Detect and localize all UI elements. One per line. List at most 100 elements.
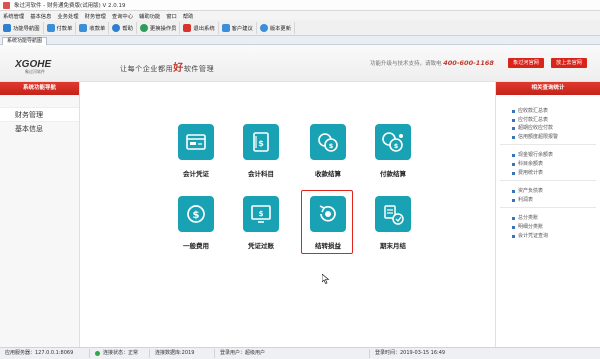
exit-label: 退出系统 <box>193 25 215 32</box>
svg-text:$: $ <box>258 139 264 148</box>
logo-subtext: 象过河软件 <box>25 68 45 74</box>
query-link[interactable]: 超期应收应付款 <box>512 124 596 133</box>
status-login-time: 登录时间：2019-03-15 16:49 <box>375 350 446 356</box>
query-link[interactable]: 应收款汇总表 <box>512 107 596 116</box>
window-title: 象过河软件 - 财务通免费版(试用版) V 2.0.19 <box>14 3 126 9</box>
tile-account-subjects[interactable]: $ <box>243 124 279 160</box>
svg-text:$: $ <box>329 142 334 150</box>
left-item-finance[interactable]: 财务管理 <box>0 107 79 122</box>
toolbar: 功能导航图 付款单 收款单 帮助 更换操作员 退出系统 客户建议 版本更新 <box>0 20 600 36</box>
receipt-button[interactable]: 收款单 <box>76 21 110 34</box>
help-button[interactable]: 帮助 <box>109 21 137 34</box>
menu-finance[interactable]: 财务管理 <box>82 12 109 20</box>
related-queries-panel: 相关查询统计 应收款汇总表 应付款汇总表 超期应收应付款 信用额度超限报警 现金… <box>495 82 600 347</box>
menu-window[interactable]: 窗口 <box>163 12 180 20</box>
tile-month-end-close[interactable] <box>375 196 411 232</box>
coins-out-icon: $ <box>382 132 403 152</box>
tile-payment-settlement[interactable]: $ <box>375 124 411 160</box>
status-login-user: 登录用户：超级用户 <box>215 349 370 358</box>
query-link[interactable]: 利润表 <box>512 196 596 205</box>
exit-icon <box>183 23 192 32</box>
query-link[interactable]: 资产负债表 <box>512 187 596 196</box>
homepage-button[interactable]: 放上去官网 <box>551 58 587 68</box>
official-site-button[interactable]: 象过河官网 <box>508 58 544 68</box>
exit-button[interactable]: 退出系统 <box>180 21 219 34</box>
status-database: 连接数据库:2019 <box>150 349 215 358</box>
account-book-icon: $ <box>253 132 269 152</box>
feedback-button[interactable]: 客户建议 <box>219 21 257 34</box>
tile-voucher-posting[interactable]: $ <box>243 196 279 232</box>
query-link[interactable]: 信用额度超限报警 <box>512 133 596 142</box>
query-group-cash: 现金银行余额表 科目余额表 费用统计表 <box>500 145 596 182</box>
nav-map-label: 功能导航图 <box>13 25 40 32</box>
query-link[interactable]: 总分类账 <box>512 214 596 223</box>
feedback-icon <box>221 23 230 32</box>
left-item-basic-info[interactable]: 基本信息 <box>0 122 79 137</box>
tab-nav-map[interactable]: 系统功能导航图 <box>2 37 48 45</box>
query-group-ledgers: 总分类账 明细分类账 会计凭证查询 <box>500 208 596 243</box>
help-label: 帮助 <box>122 25 133 32</box>
tile-label-payment-settlement: 付款结算 <box>380 170 406 178</box>
slogan-big: 好 <box>173 63 184 74</box>
statusbar: 应用服务器：127.0.0.1:8069 连接状态：正常 连接数据库:2019 … <box>0 347 600 359</box>
svg-text:$: $ <box>394 142 399 150</box>
slogan: 让每个企业都用好软件管理 <box>120 59 214 74</box>
query-link[interactable]: 明细分类账 <box>512 223 596 232</box>
tile-general-expense[interactable]: $ <box>178 196 214 232</box>
slogan-post: 软件管理 <box>183 65 215 73</box>
query-group-statements: 资产负债表 利润表 <box>500 181 596 209</box>
query-link[interactable]: 会计凭证查询 <box>512 232 596 241</box>
nav-map-icon <box>3 23 11 32</box>
support-text: 功能升级与技术支持，请致电 <box>370 61 442 67</box>
menu-business[interactable]: 业务处理 <box>54 12 81 20</box>
tile-label-receipt-settlement: 收款结算 <box>315 170 341 178</box>
menu-aux[interactable]: 辅助功能 <box>136 12 163 20</box>
switch-user-icon <box>139 23 148 32</box>
tile-label-account-subjects: 会计科目 <box>248 170 274 178</box>
svg-text:$: $ <box>193 210 200 221</box>
switch-operator-label: 更换操作员 <box>149 25 177 32</box>
query-link[interactable]: 应付款汇总表 <box>512 116 596 125</box>
screen-transfer-icon: $ <box>251 205 271 223</box>
payment-button[interactable]: 付款单 <box>44 21 77 34</box>
right-panel-header: 相关查询统计 <box>496 82 600 95</box>
menu-basic-info[interactable]: 基本信息 <box>27 12 54 20</box>
tile-label-accounting-voucher: 会计凭证 <box>183 170 209 178</box>
app-logo-icon <box>3 1 10 9</box>
tile-receipt-settlement[interactable]: $ <box>310 124 346 160</box>
query-group-receivables: 应收款汇总表 应付款汇总表 超期应收应付款 信用额度超限报警 <box>500 101 596 146</box>
status-connection: 连接状态：正常 <box>90 349 150 358</box>
query-link[interactable]: 现金银行余额表 <box>512 151 596 160</box>
menu-help[interactable]: 帮助 <box>180 12 197 20</box>
query-link[interactable]: 费用统计表 <box>512 169 596 178</box>
mouse-cursor-icon <box>322 274 330 284</box>
xgohe-logo: XGOHE 象过河软件 <box>15 59 51 74</box>
payment-icon <box>46 23 55 32</box>
update-icon <box>259 23 268 32</box>
tile-accounting-voucher[interactable] <box>178 124 214 160</box>
document-tabstrip: 系统功能导航图 <box>0 36 600 45</box>
brand-banner: XGOHE 象过河软件 让每个企业都用好软件管理 功能升级与技术支持，请致电 4… <box>0 45 600 82</box>
left-panel-header: 系统功能导航 <box>0 82 79 95</box>
payment-label: 付款单 <box>56 25 73 32</box>
nav-map-button[interactable]: 功能导航图 <box>0 21 44 34</box>
voucher-icon <box>186 134 206 150</box>
feedback-label: 客户建议 <box>231 25 253 32</box>
dollar-coin-icon: $ <box>187 205 205 223</box>
selection-highlight-box <box>301 190 353 254</box>
receipt-icon <box>79 23 88 32</box>
month-close-icon <box>384 205 404 225</box>
query-link[interactable]: 科目余额表 <box>512 160 596 169</box>
menu-query[interactable]: 查询中心 <box>109 12 136 20</box>
switch-operator-button[interactable]: 更换操作员 <box>137 21 181 34</box>
menubar: 系统管理 基本信息 业务处理 财务管理 查询中心 辅助功能 窗口 帮助 <box>0 11 600 20</box>
update-button[interactable]: 版本更新 <box>257 21 296 34</box>
menu-system[interactable]: 系统管理 <box>0 12 27 20</box>
tile-label-general-expense: 一般费用 <box>183 242 209 250</box>
left-nav-panel: 系统功能导航 财务管理 基本信息 <box>0 82 80 347</box>
connection-ok-icon <box>95 351 100 356</box>
status-connection-text: 连接状态：正常 <box>103 350 139 356</box>
function-nav-area <box>81 82 495 347</box>
slogan-pre: 让每个企业都用 <box>120 65 174 73</box>
support-line: 功能升级与技术支持，请致电 400-600-1168 <box>370 59 494 67</box>
